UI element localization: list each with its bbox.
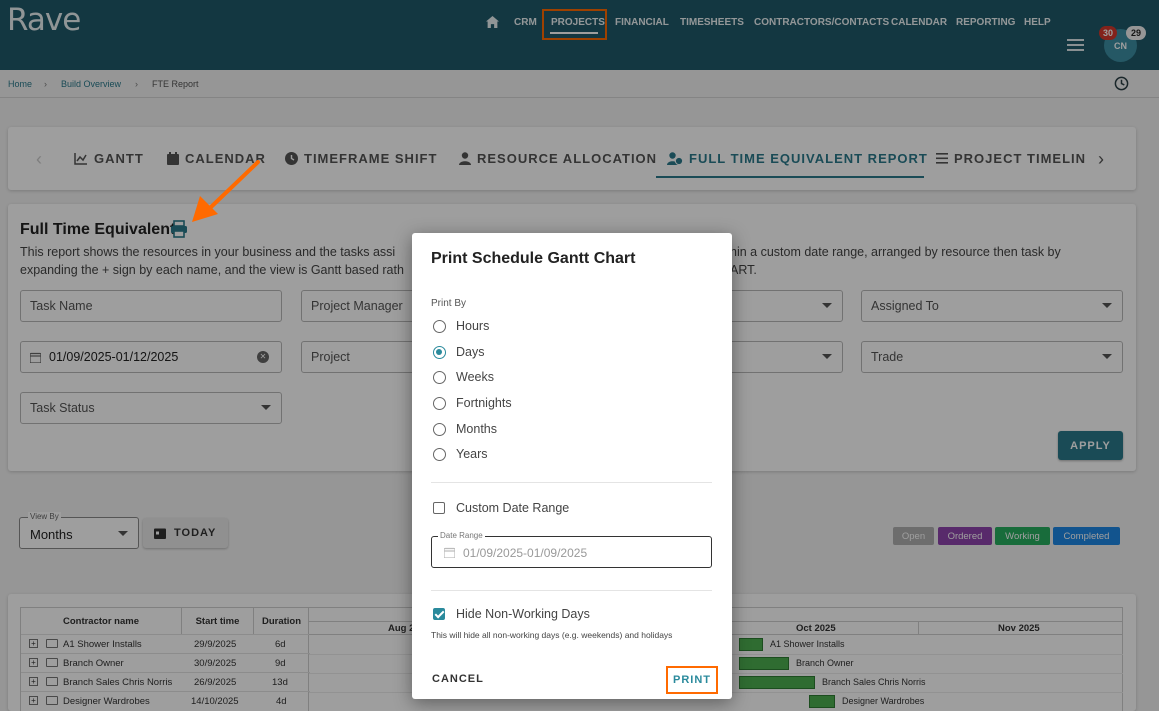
radio-icon[interactable] xyxy=(433,319,446,333)
calendar-icon xyxy=(444,547,455,558)
radio-fortnights[interactable]: Fortnights xyxy=(433,395,512,411)
radio-icon[interactable] xyxy=(433,422,446,436)
divider xyxy=(431,590,712,591)
radio-label: Months xyxy=(456,422,497,436)
radio-years[interactable]: Years xyxy=(433,446,488,462)
custom-date-range-checkbox[interactable]: Custom Date Range xyxy=(433,500,569,516)
date-range-input[interactable]: Date Range 01/09/2025-01/09/2025 xyxy=(431,531,712,568)
radio-icon[interactable] xyxy=(433,370,446,384)
annotation-arrow-icon xyxy=(192,160,260,222)
radio-icon[interactable] xyxy=(433,396,446,410)
checkbox-checked-icon[interactable] xyxy=(433,608,445,620)
print-by-label: Print By xyxy=(431,298,467,309)
radio-label: Years xyxy=(456,447,488,461)
radio-label: Fortnights xyxy=(456,396,512,410)
date-range-label: Date Range xyxy=(438,531,485,540)
hint-text: This will hide all non-working days (e.g… xyxy=(431,630,673,640)
radio-label: Hours xyxy=(456,319,490,333)
checkbox-label: Hide Non-Working Days xyxy=(456,607,590,621)
checkbox-label: Custom Date Range xyxy=(456,501,570,515)
radio-checked-icon[interactable] xyxy=(433,345,446,359)
radio-icon[interactable] xyxy=(433,447,446,461)
date-range-value: 01/09/2025-01/09/2025 xyxy=(463,546,588,560)
print-dialog: Print Schedule Gantt Chart Print By Hour… xyxy=(412,233,732,699)
radio-hours[interactable]: Hours xyxy=(433,318,489,334)
radio-label: Days xyxy=(456,345,485,359)
radio-label: Weeks xyxy=(456,370,494,384)
radio-days[interactable]: Days xyxy=(433,344,484,360)
hide-non-working-checkbox[interactable]: Hide Non-Working Days xyxy=(433,606,590,622)
cancel-button[interactable]: CANCEL xyxy=(432,673,484,685)
print-button[interactable]: PRINT xyxy=(666,666,718,694)
divider xyxy=(431,482,712,483)
radio-months[interactable]: Months xyxy=(433,421,497,437)
radio-weeks[interactable]: Weeks xyxy=(433,369,494,385)
dialog-title: Print Schedule Gantt Chart xyxy=(431,250,636,267)
checkbox-icon[interactable] xyxy=(433,502,445,514)
